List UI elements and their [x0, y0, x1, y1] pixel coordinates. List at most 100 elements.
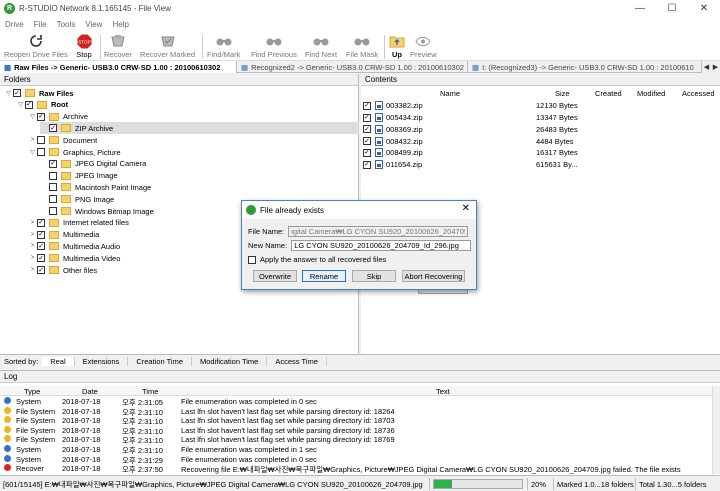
file-row[interactable]: ✓ 008499.zip 16317 Bytes: [363, 147, 593, 159]
reopen-drive-files-button[interactable]: Reopen Drive Files: [4, 33, 68, 59]
file-mask-button[interactable]: File Mask: [346, 33, 378, 59]
folder-tree-item[interactable]: ▽ ✓ Root: [16, 99, 68, 111]
tree-expander-icon[interactable]: >: [28, 267, 37, 273]
tree-expander-icon[interactable]: ▽: [4, 90, 13, 97]
tree-expander-icon[interactable]: ▽: [28, 113, 37, 120]
folder-checkbox[interactable]: ✓: [37, 254, 45, 263]
recover-button[interactable]: Recover: [104, 33, 132, 59]
folder-checkbox[interactable]: ✓: [25, 100, 33, 109]
preview-button[interactable]: Preview: [410, 33, 437, 59]
new-name-input[interactable]: [291, 240, 472, 251]
menu-help[interactable]: Help: [107, 20, 133, 29]
folder-checkbox[interactable]: ✓: [37, 112, 45, 121]
tab-scroll-left-icon[interactable]: ◀: [702, 61, 711, 73]
apply-all-checkbox[interactable]: [248, 255, 256, 264]
sort-creation-time-tab[interactable]: Creation Time: [128, 357, 192, 366]
file-checkbox[interactable]: ✓: [363, 101, 371, 110]
file-checkbox[interactable]: ✓: [363, 160, 371, 169]
minimize-button[interactable]: —: [624, 0, 656, 17]
file-row[interactable]: ✓ 008369.zip 26483 Bytes: [363, 124, 593, 136]
folder-tree-item[interactable]: > Document: [28, 134, 97, 146]
tree-expander-icon[interactable]: >: [28, 255, 37, 261]
log-row[interactable]: File System 2018-07-18 오후 2:31:10 Last lfn …: [0, 435, 712, 445]
up-button[interactable]: Up: [389, 33, 405, 59]
folder-checkbox[interactable]: ✓: [49, 159, 57, 168]
folder-checkbox[interactable]: [37, 148, 45, 156]
tree-expander-icon[interactable]: >: [28, 243, 37, 249]
log-row[interactable]: File System 2018-07-18 오후 2:31:10 Last lfn …: [0, 406, 712, 417]
folder-tree-item[interactable]: Macintosh Paint Image: [40, 181, 151, 193]
find-previous-button[interactable]: Find Previous: [251, 33, 297, 59]
log-row[interactable]: System 2018-07-18 오후 2:31:05 File enumerati…: [0, 397, 712, 407]
tree-expander-icon[interactable]: ▽: [16, 101, 25, 108]
log-row[interactable]: System 2018-07-18 오후 2:31:10 File enumerati…: [0, 445, 712, 455]
file-row[interactable]: ✓ 005434.zip 13347 Bytes: [363, 112, 593, 124]
skip-button[interactable]: Skip: [352, 270, 396, 282]
folder-tree-item[interactable]: ▽ ✓ Archive: [28, 111, 88, 123]
log-row[interactable]: System 2018-07-18 오후 2:31:29 File enumerati…: [0, 454, 712, 465]
menu-tools[interactable]: Tools: [52, 20, 81, 29]
folder-tree-item[interactable]: > ✓ Multimedia: [28, 229, 100, 241]
file-checkbox[interactable]: ✓: [363, 148, 371, 157]
tab-scroll-right-icon[interactable]: ▶: [711, 61, 720, 73]
log-column-type[interactable]: Type: [24, 387, 40, 396]
folder-checkbox[interactable]: ✓: [37, 242, 45, 251]
file-row[interactable]: ✓ 003382.zip 12130 Bytes: [363, 100, 593, 112]
abort-recovering-button[interactable]: Abort Recovering: [402, 270, 465, 282]
folder-tree-item[interactable]: > ✓ Multimedia Video: [28, 252, 121, 264]
folder-checkbox[interactable]: ✓: [49, 124, 57, 133]
menu-file[interactable]: File: [29, 20, 52, 29]
folder-checkbox[interactable]: [49, 207, 57, 215]
folder-tree-item[interactable]: > ✓ Multimedia Audio: [28, 240, 120, 252]
log-row[interactable]: Recover 2018-07-18 오후 2:37:50 Recovering fi…: [0, 464, 712, 474]
maximize-button[interactable]: ☐: [656, 0, 688, 17]
folder-checkbox[interactable]: ✓: [37, 230, 45, 239]
file-row[interactable]: ✓ 008432.zip 4484 Bytes: [363, 135, 593, 147]
stop-button[interactable]: STOP Stop: [76, 33, 92, 59]
folder-tree-item[interactable]: ✓ ZIP Archive: [40, 122, 359, 135]
recover-marked-button[interactable]: Recover Marked: [140, 33, 195, 59]
folder-checkbox[interactable]: [49, 183, 57, 192]
folder-checkbox[interactable]: [49, 171, 57, 180]
log-row[interactable]: File System 2018-07-18 오후 2:31:10 Last lfn …: [0, 416, 712, 426]
folder-checkbox[interactable]: ✓: [37, 218, 45, 227]
tree-expander-icon[interactable]: >: [28, 220, 37, 226]
folder-tree-item[interactable]: ✓ JPEG Digital Camera: [40, 158, 146, 170]
find-mark-button[interactable]: Find/Mark: [207, 33, 240, 59]
tab-recognized3[interactable]: ▦ I: (Recognized3) -> Generic- USB3.0 CR…: [468, 61, 702, 73]
log-column-text[interactable]: Text: [436, 387, 450, 396]
folder-tree-item[interactable]: > ✓ Internet related files: [28, 217, 129, 229]
folder-checkbox[interactable]: [49, 195, 57, 204]
overwrite-button[interactable]: Overwrite: [253, 270, 297, 282]
folder-checkbox[interactable]: ✓: [13, 89, 21, 97]
folder-tree-item[interactable]: JPEG Image: [40, 170, 118, 182]
find-next-button[interactable]: Find Next: [305, 33, 337, 59]
sort-real-tab[interactable]: Real: [42, 357, 75, 366]
column-size[interactable]: Size: [555, 88, 570, 99]
sort-modification-time-tab[interactable]: Modification Time: [192, 357, 268, 366]
column-modified[interactable]: Modified: [637, 88, 665, 99]
sort-extensions-tab[interactable]: Extensions: [75, 357, 129, 366]
file-checkbox[interactable]: ✓: [363, 113, 371, 122]
tab-raw-files[interactable]: ▦ Raw Files -> Generic- USB3.0 CRW-SD 1.…: [0, 61, 237, 73]
file-checkbox[interactable]: ✓: [363, 125, 371, 134]
file-checkbox[interactable]: ✓: [363, 137, 371, 146]
column-name[interactable]: Name: [440, 88, 460, 99]
log-row[interactable]: File System 2018-07-18 오후 2:31:10 Last lfn …: [0, 425, 712, 436]
menu-drive[interactable]: Drive: [0, 20, 29, 29]
log-column-time[interactable]: Time: [142, 387, 158, 396]
folder-checkbox[interactable]: ✓: [37, 266, 45, 274]
tree-expander-icon[interactable]: >: [28, 232, 37, 238]
close-button[interactable]: ✕: [688, 0, 720, 17]
folder-tree-item[interactable]: ▽ ✓ Raw Files: [4, 87, 73, 99]
tree-expander-icon[interactable]: ▽: [28, 149, 37, 156]
dialog-close-icon[interactable]: ✕: [462, 203, 470, 214]
column-created[interactable]: Created: [595, 88, 622, 99]
folder-checkbox[interactable]: [37, 136, 45, 145]
folder-tree-item[interactable]: ▽ Graphics, Picture: [28, 146, 120, 158]
rename-button[interactable]: Rename: [302, 270, 346, 282]
tree-expander-icon[interactable]: >: [28, 137, 37, 143]
folder-tree-item[interactable]: PNG Image: [40, 193, 114, 205]
folder-tree-item[interactable]: > ✓ Other files: [28, 264, 97, 276]
file-row[interactable]: ✓ 011654.zip 615631 By...: [363, 159, 593, 171]
